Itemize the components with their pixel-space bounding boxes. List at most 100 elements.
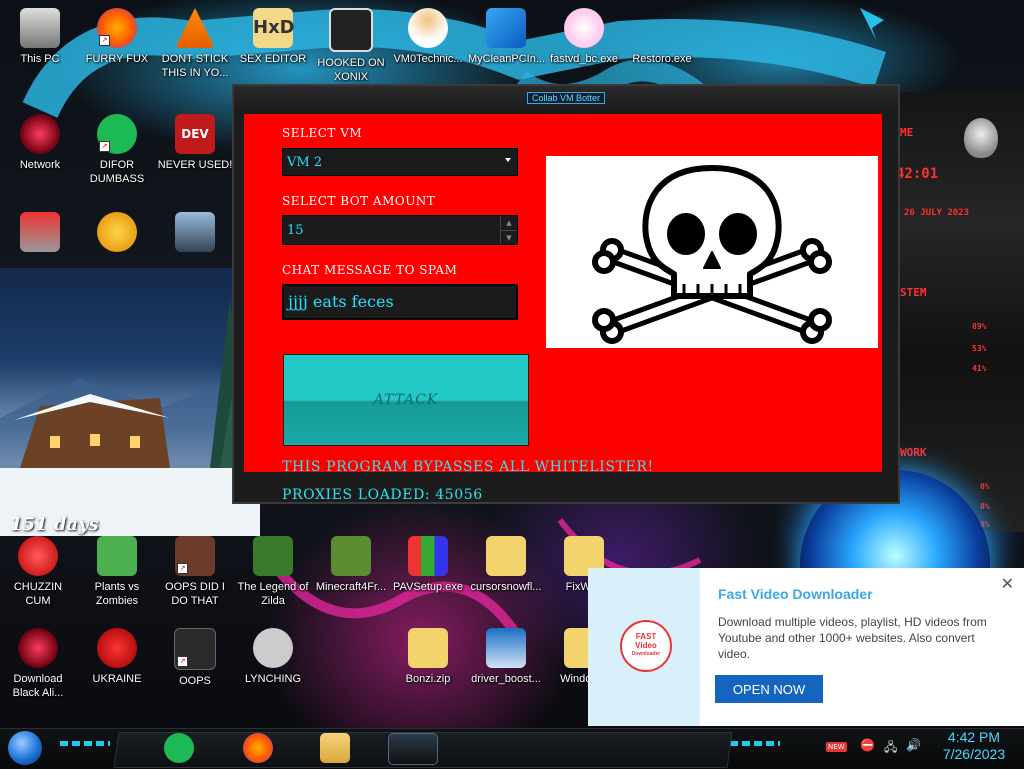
desktop-icon-restoro[interactable]: Restoro.exe — [624, 8, 700, 66]
hxd-icon: HxD — [253, 8, 295, 48]
clock-time: 4:42 PM — [947, 729, 1001, 745]
taskbar-file-explorer-icon[interactable] — [320, 733, 350, 763]
hud-stat: 41% — [972, 364, 987, 373]
desktop-icon-mycleanpc[interactable]: MyCleanPCIn... — [468, 8, 546, 66]
desktop-icon-label: VM0Technic... — [393, 53, 463, 65]
taskbar-chat-app-icon[interactable] — [164, 733, 194, 763]
desktop-icon-fastvd[interactable]: fastvd_bc.exe — [546, 8, 622, 66]
desktop-icon-network[interactable]: Network — [2, 114, 78, 172]
close-icon[interactable]: ✕ — [1001, 574, 1014, 593]
bot-amount-spinner[interactable]: 15 ▲ ▼ — [282, 215, 518, 245]
vlc-icon — [175, 8, 215, 48]
hud-network-label: WORK — [900, 446, 927, 459]
desktop-icon-label: FURRY FUX — [85, 53, 149, 65]
desktop-icon-p-app[interactable] — [79, 212, 155, 256]
desktop-icon-cursorsnowfl[interactable]: cursorsnowfl... — [468, 536, 544, 594]
bot-amount-value: 15 — [287, 223, 304, 238]
clock-date: 7/26/2023 — [942, 746, 1006, 762]
select-vm-value: VM 2 — [287, 155, 323, 170]
desktop-icon-chuzzin-cum[interactable]: CHUZZIN CUM — [0, 536, 76, 608]
select-vm-label: SELECT VM — [282, 126, 363, 140]
desktop-icon-legend-of-zilda[interactable]: The Legend of Zilda — [235, 536, 311, 608]
hud-label: ME — [900, 126, 914, 139]
open-now-button[interactable]: OPEN NOW — [715, 675, 823, 703]
winter-countdown-widget: 151 days — [0, 268, 260, 536]
photo-icon: ↗ — [175, 536, 215, 576]
shortcut-arrow-icon: ↗ — [99, 141, 110, 152]
desktop-icon-hooked-on-xonix[interactable]: HOOKED ON XONIX — [313, 8, 389, 84]
recycle-bin-icon — [20, 212, 60, 252]
chat-message-value: jjjj eats feces — [288, 292, 394, 311]
bot-amount-label: SELECT BOT AMOUNT — [282, 194, 436, 208]
skull-crossbones-icon — [592, 165, 832, 344]
desktop-icon-pavsetup[interactable]: PAVSetup.exe — [390, 536, 466, 594]
desktop-icon-download-black-ali[interactable]: Download Black Ali... — [0, 628, 76, 700]
desktop-icon-lynching[interactable]: LYNCHING — [235, 628, 311, 686]
desktop-icon-label: Plants vs Zombies — [94, 581, 140, 607]
link-sprite-icon — [253, 536, 293, 576]
video-downloader-icon — [564, 8, 604, 48]
zip-folder-icon — [408, 628, 448, 668]
desktop-icon-plants-vs-zombies[interactable]: Plants vs Zombies — [79, 536, 155, 608]
p-app-icon — [97, 212, 137, 252]
desktop-icon-label: LYNCHING — [244, 673, 302, 685]
desktop-icon-label: MyCleanPCIn... — [468, 53, 546, 65]
desktop-icon-bonzi-zip[interactable]: Bonzi.zip — [390, 628, 466, 686]
start-button[interactable] — [8, 731, 42, 765]
select-vm-dropdown[interactable]: VM 2 — [282, 148, 518, 176]
system-monitor-widget: ME 42:01 26 JULY 2023 STEM 89% 53% 41% W… — [892, 92, 1024, 532]
desktop-icon-oops[interactable]: ↗ OOPS — [157, 628, 233, 688]
taskbar-firefox-icon[interactable] — [243, 733, 273, 763]
desktop-icon-label: Minecraft4Fr... — [315, 581, 387, 593]
desktop-icon-dont-stick[interactable]: DONT STICK THIS IN YO... — [157, 8, 233, 80]
xonix-icon — [329, 8, 373, 52]
collab-vm-botter-window[interactable]: Collab VM Botter SELECT VM VM 2 SELECT B… — [232, 84, 900, 504]
desktop-icon-label: DONT STICK THIS IN YO... — [161, 53, 229, 79]
chat-message-input[interactable]: jjjj eats feces — [282, 284, 518, 320]
tray-network-icon[interactable]: 🖧 — [884, 738, 897, 759]
chuzzle-icon — [18, 536, 58, 576]
spinner-up-icon[interactable]: ▲ — [501, 216, 517, 231]
attack-button[interactable]: ATTACK — [283, 354, 529, 446]
desktop-icon-label: UKRAINE — [92, 673, 142, 685]
taskbar-clock[interactable]: 4:42 PM 7/26/2023 — [930, 729, 1018, 763]
app-client-area: SELECT VM VM 2 SELECT BOT AMOUNT 15 ▲ ▼ … — [244, 114, 882, 503]
chat-message-label: CHAT MESSAGE TO SPAM — [282, 263, 458, 277]
tray-security-icon[interactable]: ⛔ — [860, 738, 875, 752]
tray-new-badge[interactable]: NEW — [826, 738, 847, 752]
spinner-buttons[interactable]: ▲ ▼ — [500, 216, 517, 244]
notification-title: Fast Video Downloader — [718, 586, 873, 602]
desktop-icon-never-used[interactable]: DEV NEVER USED! — [157, 114, 233, 172]
desktop-icon-ukraine[interactable]: UKRAINE — [79, 628, 155, 686]
shortcut-arrow-icon: ↗ — [99, 35, 110, 46]
hud-date: 26 JULY 2023 — [904, 208, 970, 218]
iobit-icon — [486, 628, 526, 668]
desktop-icon-oops-did-i[interactable]: ↗ OOPS DID I DO THAT — [157, 536, 233, 608]
taskbar-accent — [730, 741, 780, 746]
doctor-icon — [408, 8, 448, 48]
desktop-icon-minecraft[interactable]: Minecraft4Fr... — [313, 536, 389, 594]
taskbar-accent — [60, 741, 110, 746]
desktop-icon-label: OOPS — [179, 675, 211, 687]
desktop-icon-this-pc[interactable]: This PC — [2, 8, 78, 66]
desktop-icon-vm0technic[interactable]: VM0Technic... — [390, 8, 466, 66]
spinner-down-icon[interactable]: ▼ — [501, 231, 517, 245]
chat-app-icon: ↗ — [97, 114, 137, 154]
desktop-icon-recycle-bin[interactable] — [2, 212, 78, 256]
desktop-icon-label: DIFOR DUMBASS — [89, 159, 145, 185]
rope-icon — [253, 628, 293, 668]
hud-system-label: STEM — [900, 286, 927, 299]
terminal-icon: ↗ — [174, 628, 216, 670]
fast-video-downloader-notification[interactable]: FAST Video Downloader Fast Video Downloa… — [588, 568, 1024, 726]
desktop-icon-label: fastvd_bc.exe — [550, 53, 618, 65]
tray-volume-icon[interactable]: 🔊 — [906, 738, 921, 752]
desktop-icon-app[interactable] — [157, 212, 233, 256]
window-titlebar[interactable]: Collab VM Botter — [234, 86, 898, 112]
desktop-icon-sex-editor[interactable]: HxD SEX EDITOR — [235, 8, 311, 66]
hud-stat: 89% — [972, 322, 987, 331]
desktop-icon-label: Bonzi.zip — [405, 673, 451, 685]
desktop-icon-difor-dumbass[interactable]: ↗ DIFOR DUMBASS — [79, 114, 155, 186]
desktop-icon-furry-fux[interactable]: ↗ FURRY FUX — [79, 8, 155, 66]
desktop-icon-driver-booster[interactable]: driver_boost... — [468, 628, 544, 686]
taskbar-active-app-icon[interactable] — [388, 733, 438, 765]
